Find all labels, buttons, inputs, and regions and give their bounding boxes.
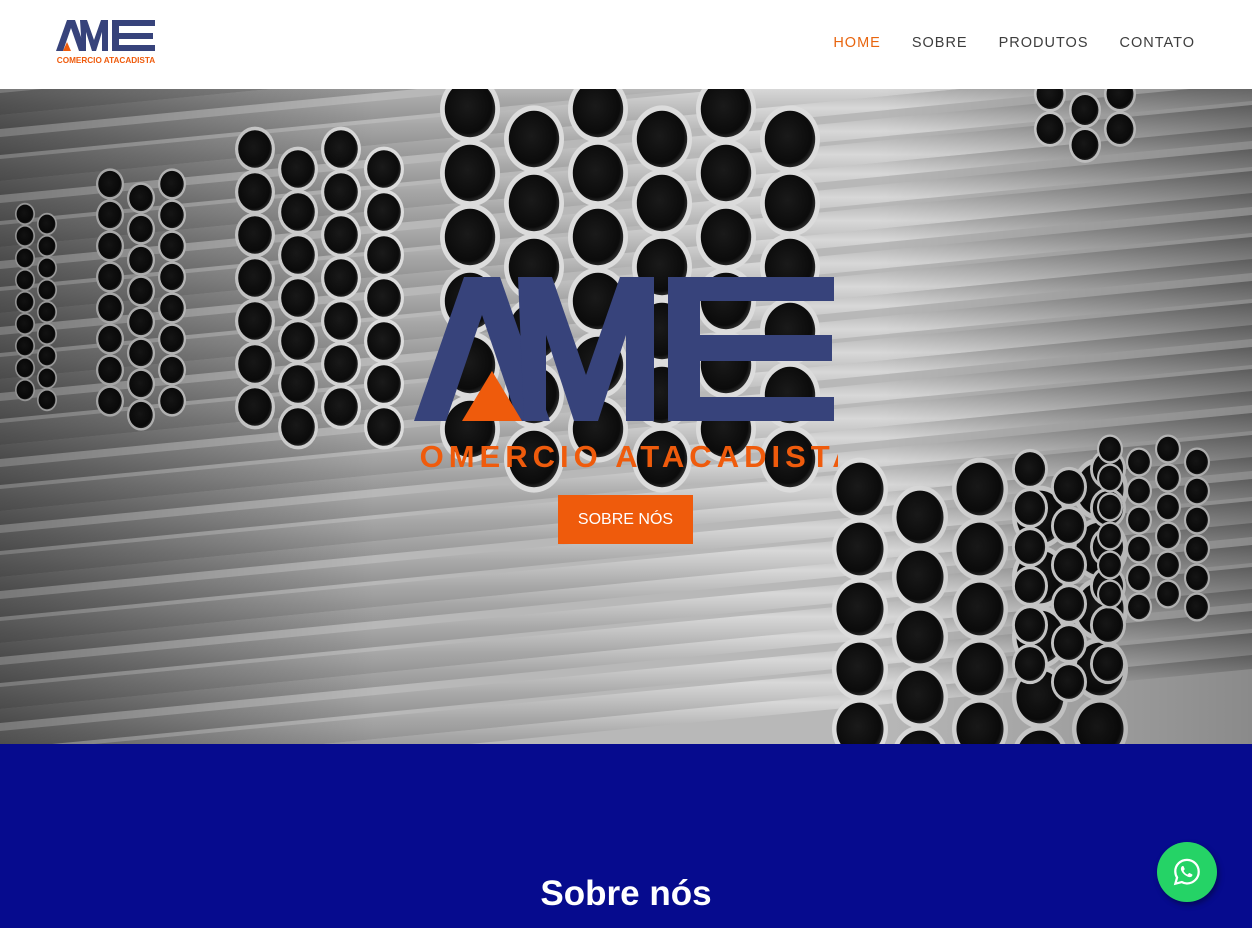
sobre-title: Sobre nós bbox=[540, 874, 712, 913]
main-nav: HOME SOBRE PRODUTOS CONTATO bbox=[833, 34, 1195, 52]
hero-logo-tagline: COMERCIO ATACADISTA bbox=[414, 439, 838, 474]
sobre-nos-button[interactable]: SOBRE NÓS bbox=[558, 495, 693, 544]
hero-brand-logo: COMERCIO ATACADISTA bbox=[414, 277, 838, 474]
nav-contato[interactable]: CONTATO bbox=[1120, 34, 1195, 52]
sobre-section: Sobre nós bbox=[0, 744, 1252, 928]
brand-logo[interactable]: COMERCIO ATACADISTA bbox=[56, 18, 156, 68]
hero-section: COMERCIO ATACADISTA SOBRE NÓS bbox=[0, 89, 1252, 744]
whatsapp-icon bbox=[1173, 858, 1200, 886]
nav-produtos[interactable]: PRODUTOS bbox=[999, 34, 1089, 52]
nav-home[interactable]: HOME bbox=[833, 34, 881, 52]
logo-tagline: COMERCIO ATACADISTA bbox=[57, 56, 155, 65]
site-header: COMERCIO ATACADISTA HOME SOBRE PRODUTOS … bbox=[0, 0, 1252, 89]
whatsapp-button[interactable] bbox=[1157, 842, 1217, 902]
nav-sobre[interactable]: SOBRE bbox=[912, 34, 968, 52]
